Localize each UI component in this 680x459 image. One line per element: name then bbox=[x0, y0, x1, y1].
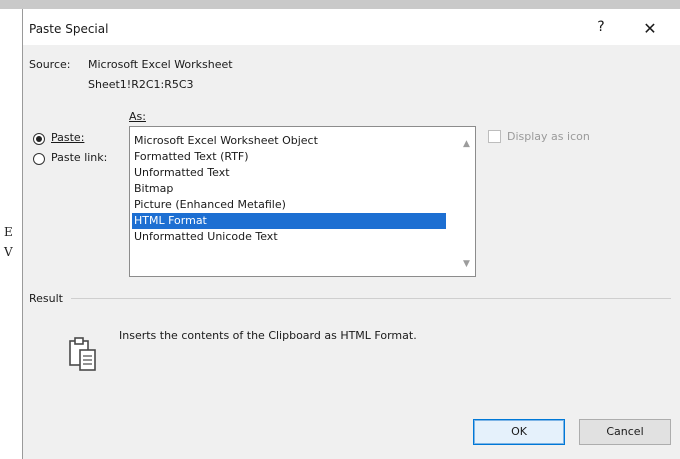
as-label: As: bbox=[129, 110, 146, 123]
source-range: Sheet1!R2C1:R5C3 bbox=[88, 78, 194, 91]
display-as-icon-label: Display as icon bbox=[507, 130, 590, 143]
paste-link-radio[interactable] bbox=[33, 153, 45, 165]
list-scrollbar[interactable]: ▲ ▼ bbox=[458, 127, 475, 276]
result-group-divider bbox=[71, 298, 671, 299]
background-document: E V bbox=[0, 9, 24, 459]
list-item[interactable]: Formatted Text (RTF) bbox=[132, 149, 446, 165]
close-button[interactable]: ✕ bbox=[639, 19, 661, 38]
source-label: Source: bbox=[29, 58, 71, 71]
background-window-band bbox=[0, 0, 680, 9]
dialog-title: Paste Special bbox=[29, 22, 109, 36]
list-item[interactable]: Bitmap bbox=[132, 181, 446, 197]
clipboard-icon bbox=[67, 335, 101, 375]
result-group-label: Result bbox=[29, 292, 63, 305]
format-listbox[interactable]: Microsoft Excel Worksheet Object Formatt… bbox=[129, 126, 476, 277]
background-text-fragment: E bbox=[4, 225, 13, 239]
help-button[interactable]: ? bbox=[593, 19, 609, 35]
title-bar: Paste Special ? ✕ bbox=[23, 9, 680, 45]
paste-radio-label[interactable]: Paste: bbox=[51, 131, 84, 144]
source-name: Microsoft Excel Worksheet bbox=[88, 58, 233, 71]
display-as-icon-checkbox[interactable] bbox=[488, 130, 501, 143]
chevron-up-icon[interactable]: ▲ bbox=[458, 139, 475, 149]
chevron-down-icon[interactable]: ▼ bbox=[458, 259, 475, 269]
paste-link-radio-label[interactable]: Paste link: bbox=[51, 151, 107, 164]
list-item[interactable]: Microsoft Excel Worksheet Object bbox=[132, 133, 446, 149]
background-text-fragment: V bbox=[4, 245, 13, 259]
list-item[interactable]: Unformatted Text bbox=[132, 165, 446, 181]
cancel-button[interactable]: Cancel bbox=[579, 419, 671, 445]
list-item-selected[interactable]: HTML Format bbox=[132, 213, 446, 229]
ok-button[interactable]: OK bbox=[473, 419, 565, 445]
list-item[interactable]: Unformatted Unicode Text bbox=[132, 229, 446, 245]
result-description: Inserts the contents of the Clipboard as… bbox=[119, 329, 417, 342]
paste-special-dialog: Paste Special ? ✕ Source: Microsoft Exce… bbox=[22, 9, 680, 459]
paste-radio[interactable] bbox=[33, 133, 45, 145]
radio-selected-dot bbox=[36, 136, 42, 142]
list-item[interactable]: Picture (Enhanced Metafile) bbox=[132, 197, 446, 213]
